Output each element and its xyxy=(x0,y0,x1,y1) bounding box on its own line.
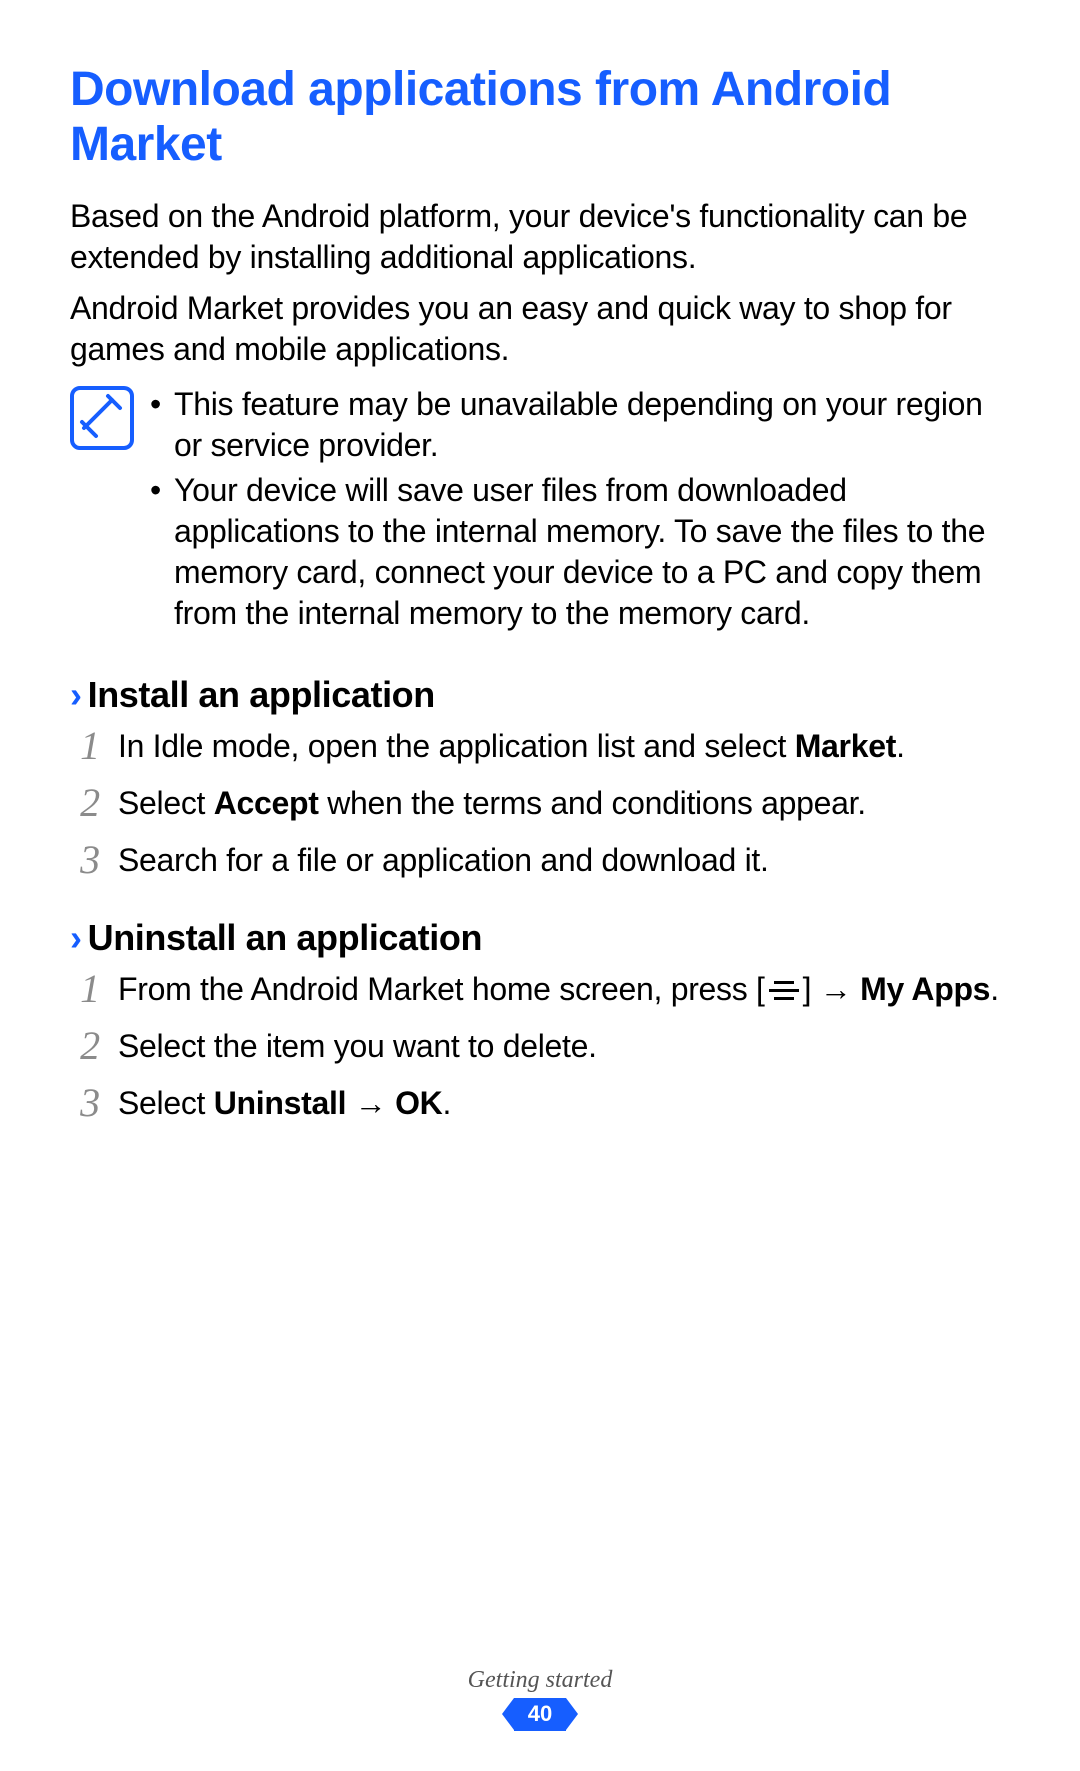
intro-paragraph-1: Based on the Android platform, your devi… xyxy=(70,196,1010,278)
install-step: In Idle mode, open the application list … xyxy=(70,726,1010,767)
page-number-badge: 40 xyxy=(514,1698,566,1731)
install-steps: In Idle mode, open the application list … xyxy=(70,726,1010,881)
note-block: This feature may be unavailable dependin… xyxy=(70,384,1010,638)
step-text: . xyxy=(896,728,905,764)
install-step: Select Accept when the terms and conditi… xyxy=(70,783,1010,824)
step-bold: Market xyxy=(795,728,896,764)
step-text: . xyxy=(442,1085,451,1121)
uninstall-step: Select Uninstall → OK. xyxy=(70,1083,1010,1124)
step-text: In Idle mode, open the application list … xyxy=(118,728,795,764)
manual-page: Download applications from Android Marke… xyxy=(0,0,1080,1771)
footer-section-label: Getting started xyxy=(0,1667,1080,1694)
uninstall-step: From the Android Market home screen, pre… xyxy=(70,969,1010,1010)
step-text: . xyxy=(990,971,999,1007)
uninstall-heading-text: Uninstall an application xyxy=(88,917,482,958)
step-bold: Uninstall xyxy=(214,1085,346,1121)
uninstall-step: Select the item you want to delete. xyxy=(70,1026,1010,1067)
install-heading: ›Install an application xyxy=(70,674,1010,716)
step-text: when the terms and conditions appear. xyxy=(319,785,866,821)
step-arrow: → xyxy=(346,1085,395,1121)
page-footer: Getting started 40 xyxy=(0,1667,1080,1731)
uninstall-heading: ›Uninstall an application xyxy=(70,917,1010,959)
install-step: Search for a file or application and dow… xyxy=(70,840,1010,881)
note-list: This feature may be unavailable dependin… xyxy=(148,384,1010,638)
page-title: Download applications from Android Marke… xyxy=(70,62,1010,172)
step-text: Select xyxy=(118,785,214,821)
note-icon xyxy=(70,386,134,450)
intro-paragraph-2: Android Market provides you an easy and … xyxy=(70,288,1010,370)
chevron-icon: › xyxy=(70,917,82,958)
step-bold: OK xyxy=(395,1085,442,1121)
step-text: From the Android Market home screen, pre… xyxy=(118,971,765,1007)
step-bold: My Apps xyxy=(860,971,990,1007)
step-text: ] → xyxy=(803,971,860,1007)
step-bold: Accept xyxy=(214,785,319,821)
note-item: Your device will save user files from do… xyxy=(148,470,1010,634)
chevron-icon: › xyxy=(70,674,82,715)
note-item: This feature may be unavailable dependin… xyxy=(148,384,1010,466)
menu-icon xyxy=(767,979,801,1003)
uninstall-steps: From the Android Market home screen, pre… xyxy=(70,969,1010,1124)
step-text: Select xyxy=(118,1085,214,1121)
install-heading-text: Install an application xyxy=(88,674,435,715)
